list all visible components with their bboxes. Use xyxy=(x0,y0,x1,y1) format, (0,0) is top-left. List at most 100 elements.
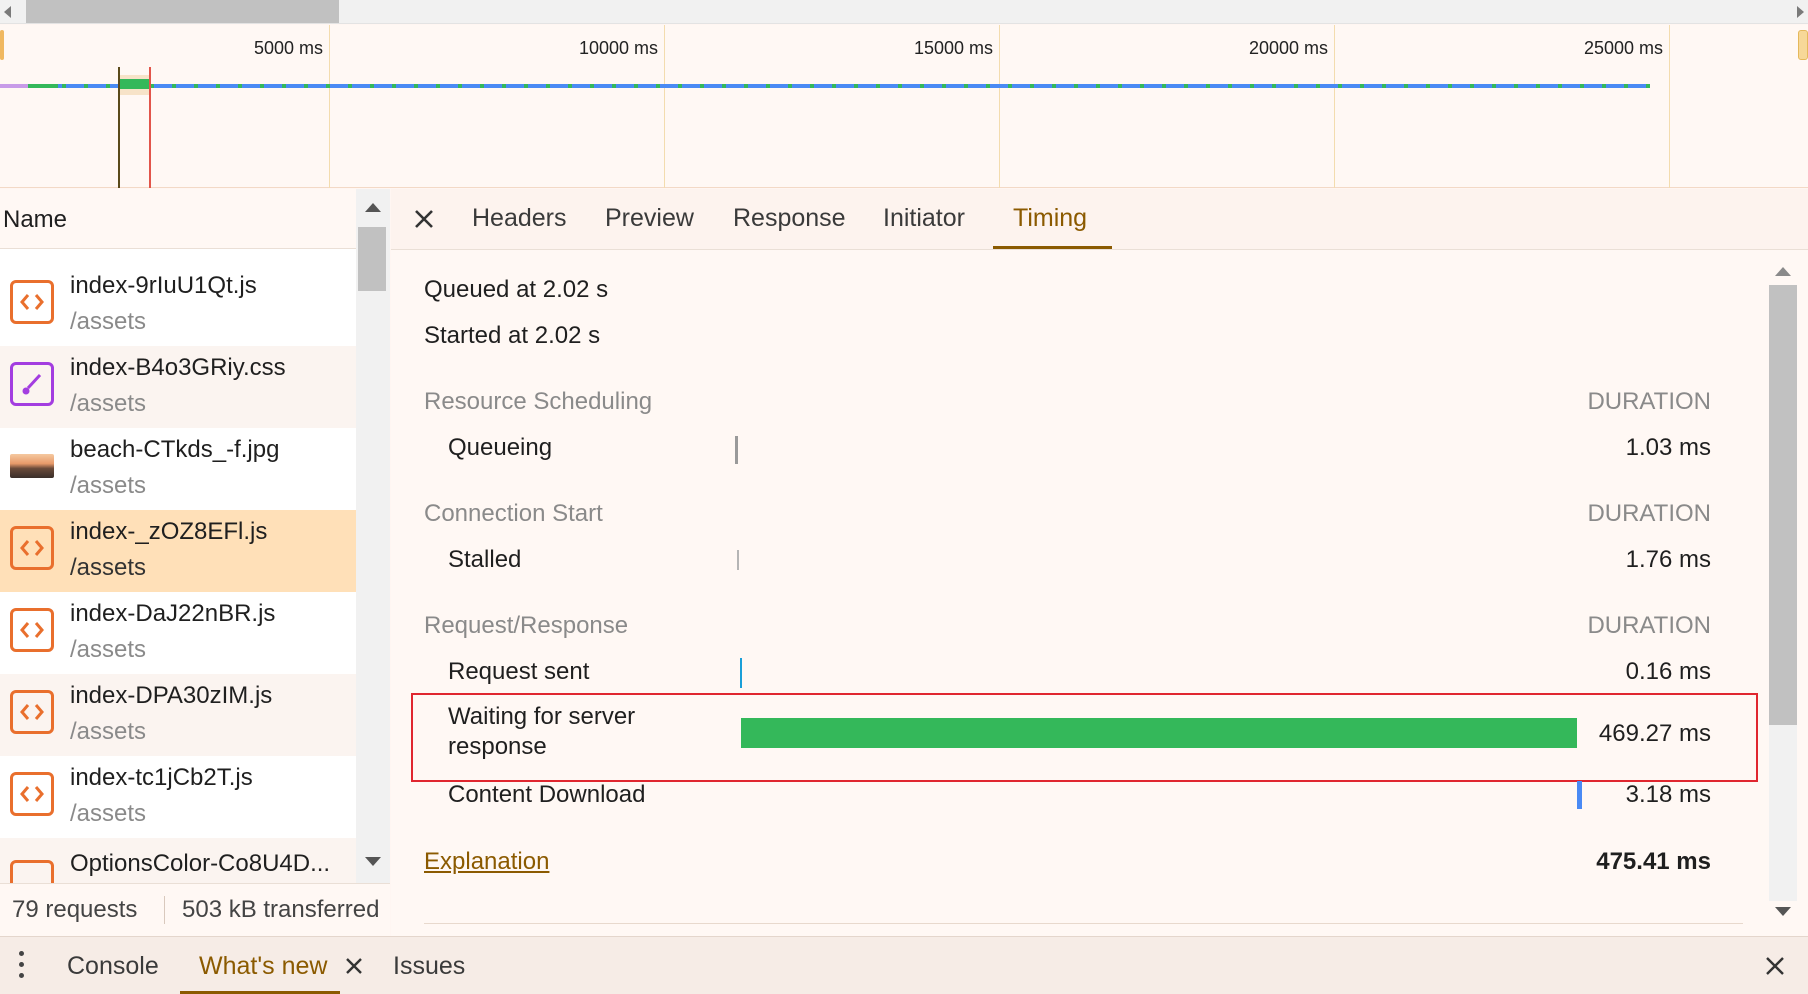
overview-tick-label: 20000 ms xyxy=(1248,38,1328,58)
tab-preview[interactable]: Preview xyxy=(605,204,694,233)
list-item[interactable]: index-DaJ22nBR.js /assets xyxy=(0,592,356,674)
request-list-scrollbar[interactable] xyxy=(356,189,390,883)
section-title: Request/Response xyxy=(424,612,629,639)
section-title: Resource Scheduling xyxy=(424,388,653,415)
network-overview[interactable]: 5000 ms 10000 ms 15000 ms 20000 ms 25000… xyxy=(0,25,1808,188)
dom-content-loaded-marker xyxy=(118,67,120,188)
stalled-bar xyxy=(737,550,739,570)
timing-label: Waiting for server response xyxy=(448,703,636,760)
scrollbar-thumb[interactable] xyxy=(1769,285,1797,725)
image-thumbnail xyxy=(10,454,54,478)
duration-header: DURATION xyxy=(1587,612,1711,639)
close-icon[interactable] xyxy=(413,208,435,230)
overview-left-handle[interactable] xyxy=(0,30,4,60)
request-path: /assets xyxy=(70,718,147,745)
total-duration: 475.41 ms xyxy=(1596,848,1711,875)
overview-tick-label: 5000 ms xyxy=(253,38,323,58)
explanation-link[interactable]: Explanation xyxy=(424,848,549,876)
tab-initiator[interactable]: Initiator xyxy=(883,204,965,233)
queueing-bar xyxy=(735,436,738,464)
overview-track-start xyxy=(0,84,28,88)
scroll-up-arrow-icon[interactable] xyxy=(365,203,381,212)
content-download-bar xyxy=(1577,781,1582,809)
close-drawer-icon[interactable] xyxy=(1765,956,1785,976)
request-name: beach-CTkds_-f.jpg xyxy=(70,436,280,463)
overview-gridline xyxy=(329,25,330,188)
overview-tick-label: 25000 ms xyxy=(1583,38,1663,58)
timing-label: Request sent xyxy=(448,658,590,685)
request-name: index-DPA30zIM.js xyxy=(70,682,273,709)
list-item[interactable]: index-9rIuU1Qt.js /assets xyxy=(0,264,356,346)
tab-headers[interactable]: Headers xyxy=(472,204,567,233)
list-item[interactable]: index-DPA30zIM.js /assets xyxy=(0,674,356,756)
overview-right-handle[interactable] xyxy=(1798,30,1808,60)
overview-gridline xyxy=(664,25,665,188)
list-item[interactable]: index-B4o3GRiy.css /assets xyxy=(0,346,356,428)
load-event-marker xyxy=(149,67,151,188)
overview-horizontal-scrollbar[interactable] xyxy=(0,0,1808,24)
timing-content: Queued at 2.02 s Started at 2.02 s Resou… xyxy=(391,250,1761,936)
close-tab-icon[interactable] xyxy=(344,956,364,976)
more-options-icon[interactable] xyxy=(19,951,25,981)
active-tab-indicator xyxy=(993,246,1112,249)
list-item[interactable]: index-tc1jCb2T.js /assets xyxy=(0,756,356,838)
request-name: index-9rIuU1Qt.js xyxy=(70,272,257,299)
tab-response[interactable]: Response xyxy=(733,204,846,233)
scrollbar-thumb[interactable] xyxy=(26,0,339,23)
scroll-down-arrow-icon[interactable] xyxy=(1775,907,1791,916)
stylesheet-icon xyxy=(10,362,54,406)
queued-at: Queued at 2.02 s xyxy=(424,276,609,303)
list-item-selected[interactable]: index-_zOZ8EFl.js /assets xyxy=(0,510,356,592)
script-icon xyxy=(10,772,54,816)
timing-value: 1.76 ms xyxy=(1625,546,1711,573)
timing-label: Stalled xyxy=(448,546,522,573)
divider xyxy=(424,923,1743,924)
request-path: /assets xyxy=(70,390,147,417)
scroll-down-arrow-icon[interactable] xyxy=(365,857,381,866)
overview-request-track xyxy=(0,84,1650,88)
tab-timing[interactable]: Timing xyxy=(1013,204,1087,233)
request-path: /assets xyxy=(70,554,147,581)
request-name: index-DaJ22nBR.js xyxy=(70,600,276,627)
scrollbar-thumb[interactable] xyxy=(358,227,386,291)
script-icon xyxy=(10,608,54,652)
list-item[interactable]: OptionsColor-Co8U4D... xyxy=(0,838,356,883)
name-column-header-label: Name xyxy=(3,206,68,233)
request-path: /assets xyxy=(70,308,147,335)
scroll-up-arrow-icon[interactable] xyxy=(1775,267,1791,276)
script-icon xyxy=(10,690,54,734)
overview-gridline xyxy=(1334,25,1335,188)
started-at: Started at 2.02 s xyxy=(424,322,601,349)
overview-tick-label: 10000 ms xyxy=(578,38,658,58)
request-name: OptionsColor-Co8U4D... xyxy=(70,850,331,877)
request-list-panel: Name index-9rIuU1Qt.js /assets index-B4o… xyxy=(0,189,390,936)
drawer-tab-console[interactable]: Console xyxy=(67,952,159,981)
network-status-bar: 79 requests 503 kB transferred xyxy=(0,883,390,936)
timing-label: Content Download xyxy=(448,781,646,808)
request-name: index-_zOZ8EFl.js xyxy=(70,518,268,545)
request-name: index-B4o3GRiy.css xyxy=(70,354,286,381)
request-path: /assets xyxy=(70,800,147,827)
waiting-bar xyxy=(741,718,1577,748)
request-list: index-9rIuU1Qt.js /assets index-B4o3GRiy… xyxy=(0,250,356,883)
drawer-tab-whats-new[interactable]: What's new xyxy=(199,952,327,981)
list-item[interactable]: beach-CTkds_-f.jpg /assets xyxy=(0,428,356,510)
timing-scrollbar[interactable] xyxy=(1761,263,1808,923)
request-sent-bar xyxy=(740,658,742,688)
timing-value: 1.03 ms xyxy=(1625,434,1711,461)
request-name: index-tc1jCb2T.js xyxy=(70,764,253,791)
request-path: /assets xyxy=(70,472,147,499)
scroll-right-arrow-icon[interactable] xyxy=(1797,6,1804,18)
drawer-tab-issues[interactable]: Issues xyxy=(393,952,465,981)
timing-value: 469.27 ms xyxy=(1598,720,1711,747)
name-column-header[interactable]: Name xyxy=(0,189,389,249)
script-icon xyxy=(10,526,54,570)
overview-gridline xyxy=(1669,25,1670,188)
request-detail-panel: Headers Preview Response Initiator Timin… xyxy=(391,189,1808,936)
scroll-left-arrow-icon[interactable] xyxy=(4,6,11,18)
timing-value: 0.16 ms xyxy=(1625,658,1711,685)
duration-header: DURATION xyxy=(1587,388,1711,415)
drawer-tabbar: Console What's new Issues xyxy=(0,936,1808,994)
overview-selected-request xyxy=(120,79,150,89)
overview-gridline xyxy=(999,25,1000,188)
